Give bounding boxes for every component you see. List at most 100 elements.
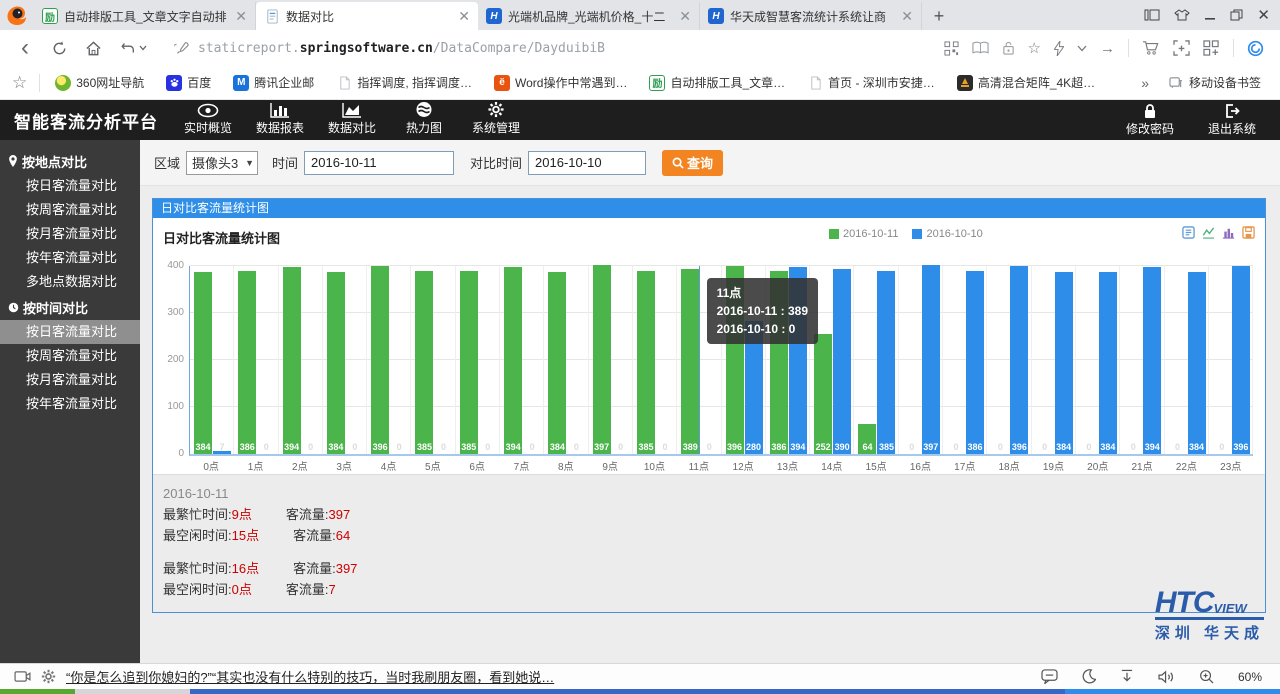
chart-bar-group[interactable]: 0384 <box>1032 266 1076 454</box>
bar-2016-10-11[interactable] <box>194 272 212 454</box>
download-icon[interactable] <box>1120 669 1134 684</box>
tab-htc-passenger-flow[interactable]: H 华天成智慧客流统计系统让商 ✕ <box>700 2 922 30</box>
add-widget-icon[interactable] <box>1203 40 1220 56</box>
favorites-star-icon[interactable]: ☆ <box>12 73 27 93</box>
minimize-window-icon[interactable] <box>1204 9 1216 21</box>
bar-2016-10-11[interactable] <box>593 265 611 454</box>
save-image-icon[interactable] <box>1242 226 1255 239</box>
address-bar[interactable]: staticreport.springsoftware.cn/DataCompa… <box>158 33 940 63</box>
new-tab-button[interactable]: + <box>922 2 956 30</box>
chart-bar-group[interactable]: 0384 <box>1076 266 1120 454</box>
bookmark-star-icon[interactable]: ☆ <box>1028 39 1041 57</box>
sidebar-item-loc-year[interactable]: 按年客流量对比 <box>0 246 140 270</box>
sidebar-item-loc-week[interactable]: 按周客流量对比 <box>0 198 140 222</box>
bar-2016-10-10[interactable] <box>966 271 984 454</box>
chart-bar-group[interactable]: 3940 <box>500 266 544 454</box>
bar-2016-10-11[interactable] <box>548 272 566 454</box>
chart-bar-group[interactable]: 3940 <box>279 266 323 454</box>
bookmark-word-tips[interactable]: ë Word操作中常遇到… <box>487 74 634 91</box>
bookmark-auto-layout[interactable]: 励 自动排版工具_文章… <box>642 74 792 91</box>
bar-2016-10-10[interactable] <box>1099 272 1117 454</box>
bar-2016-10-11[interactable] <box>814 334 832 454</box>
bar-2016-10-11[interactable] <box>327 272 345 454</box>
bar-2016-10-10[interactable] <box>1232 266 1250 454</box>
bookmark-dispatch[interactable]: 指挥调度, 指挥调度… <box>329 74 479 91</box>
sidebar-item-multi-location[interactable]: 多地点数据对比 <box>0 270 140 294</box>
back-icon[interactable]: ‹ <box>10 33 40 63</box>
region-select[interactable]: 摄像头3 ▼ <box>186 151 258 175</box>
bar-2016-10-10[interactable] <box>1188 272 1206 454</box>
menu-data-compare[interactable]: 数据对比 <box>316 99 388 140</box>
undo-dropdown-icon[interactable] <box>112 33 154 63</box>
chart-bar-group[interactable]: 3970 <box>589 266 633 454</box>
zoom-plus-icon[interactable] <box>1199 669 1214 684</box>
quick-launch-rocket-icon[interactable] <box>172 40 190 56</box>
menu-system-admin[interactable]: 系统管理 <box>460 98 532 140</box>
bookmarks-overflow-icon[interactable]: » <box>1137 75 1153 91</box>
bar-2016-10-11[interactable] <box>283 267 301 454</box>
close-window-icon[interactable]: ✕ <box>1257 6 1270 24</box>
chart-bar-group[interactable]: 3960 <box>367 266 411 454</box>
qr-code-icon[interactable] <box>944 41 959 56</box>
compare-time-input[interactable] <box>528 151 646 175</box>
sidebar-item-time-week[interactable]: 按周客流量对比 <box>0 344 140 368</box>
reading-mode-icon[interactable] <box>972 41 989 55</box>
go-arrow-icon[interactable]: → <box>1100 40 1115 57</box>
page-zoom-level[interactable]: 60% <box>1238 670 1262 684</box>
data-view-icon[interactable] <box>1182 226 1195 239</box>
chevron-down-icon[interactable] <box>1077 45 1087 52</box>
tab-close-icon[interactable]: ✕ <box>677 9 693 23</box>
bookmark-mobile-devices[interactable]: 移动设备书签 <box>1161 74 1268 91</box>
menu-data-report[interactable]: 数据报表 <box>244 99 316 140</box>
chart-bar-group[interactable]: 0394 <box>1120 266 1164 454</box>
chart-bar-group[interactable]: 3840 <box>323 266 367 454</box>
bar-2016-10-11[interactable] <box>238 271 256 454</box>
shopping-cart-icon[interactable] <box>1142 40 1160 56</box>
bookmark-anjie-home[interactable]: 首页 - 深圳市安捷… <box>800 74 942 91</box>
sidebar-item-loc-day[interactable]: 按日客流量对比 <box>0 174 140 198</box>
uc-browser-logo-icon[interactable] <box>0 0 34 30</box>
sidebar-item-time-year[interactable]: 按年客流量对比 <box>0 392 140 416</box>
settings-gear-icon[interactable] <box>41 669 56 684</box>
bar-chart-type-icon[interactable] <box>1222 226 1235 239</box>
menu-heatmap[interactable]: 热力图 <box>388 98 460 140</box>
chart-bar-group[interactable]: 0384 <box>1165 266 1209 454</box>
tab-data-compare-active[interactable]: 数据对比 ✕ <box>256 2 478 30</box>
page-permission-icon[interactable] <box>1002 41 1015 55</box>
bar-2016-10-10[interactable] <box>877 271 895 454</box>
tab-auto-layout-tool[interactable]: 励 自动排版工具_文章文字自动排 ✕ <box>34 2 256 30</box>
chart-bar-group[interactable]: 3850 <box>411 266 455 454</box>
tab-close-icon[interactable]: ✕ <box>456 9 472 23</box>
chart-bar-group[interactable]: 0386 <box>943 266 987 454</box>
lightning-icon[interactable] <box>1054 41 1064 56</box>
volume-icon[interactable] <box>1158 670 1175 684</box>
bookmark-tencent-mail[interactable]: M 腾讯企业邮 <box>226 74 321 91</box>
legend-item[interactable]: 2016-10-10 <box>912 228 982 240</box>
bookmark-360nav[interactable]: 360网址导航 <box>48 74 151 91</box>
menu-realtime-overview[interactable]: 实时概览 <box>172 100 244 140</box>
multi-window-icon[interactable] <box>1144 8 1160 22</box>
bar-2016-10-11[interactable] <box>637 271 655 454</box>
restore-window-icon[interactable] <box>1230 9 1243 21</box>
bar-2016-10-10[interactable] <box>833 269 851 454</box>
bar-2016-10-11[interactable] <box>681 269 699 454</box>
chart-bar-group[interactable]: 0397 <box>899 266 943 454</box>
sidebar-item-time-day-active[interactable]: 按日客流量对比 <box>0 320 140 344</box>
screenshot-icon[interactable] <box>1173 40 1190 56</box>
chart-bar-group[interactable]: 3850 <box>633 266 677 454</box>
bookmark-hd-matrix[interactable]: 高清混合矩阵_4K超… <box>950 74 1102 91</box>
chart-bar-group[interactable]: 3860 <box>234 266 278 454</box>
bar-2016-10-11[interactable] <box>504 267 522 454</box>
sidebar-item-loc-month[interactable]: 按月客流量对比 <box>0 222 140 246</box>
chart-plot[interactable]: 11点 2016-10-11 : 389 2016-10-10 : 0 0100… <box>189 266 1253 456</box>
night-mode-moon-icon[interactable] <box>1082 669 1096 684</box>
bar-2016-10-10[interactable] <box>922 265 940 454</box>
tab-close-icon[interactable]: ✕ <box>899 9 915 23</box>
chart-bar-group[interactable]: 3847 <box>190 266 234 454</box>
chart-bar-group[interactable]: 0396 <box>987 266 1031 454</box>
logout[interactable]: 退出系统 <box>1196 100 1268 141</box>
refresh-icon[interactable] <box>44 33 74 63</box>
bar-2016-10-11[interactable] <box>460 271 478 454</box>
time-input[interactable] <box>304 151 454 175</box>
sidebar-item-time-month[interactable]: 按月客流量对比 <box>0 368 140 392</box>
